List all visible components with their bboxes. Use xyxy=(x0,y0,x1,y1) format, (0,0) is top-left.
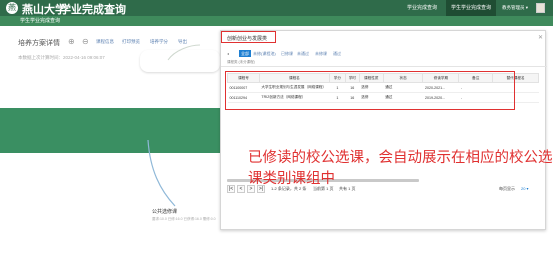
annotation-caption: 已修读的校公选课，会自动展示在相应的校公选课类别课组中 xyxy=(248,150,553,187)
divider xyxy=(221,66,547,67)
last-updated-text: 本数据上次计算时间：2022-04-16 09:06:07 xyxy=(18,55,105,60)
filter-failed[interactable]: 未通过 xyxy=(295,50,311,57)
course-group-dialog: 创新创业与发展类 ✕ ◂ 全部 未修(课程池) 已修课 未通过 未修课 通过 课… xyxy=(220,30,547,230)
tree-node-credit-summary: 要求:10.0 已修:16.0 已获得:16.0 需修:0.0 xyxy=(152,217,216,221)
page-title: 培养方案详情 xyxy=(18,40,60,47)
tree-background-band xyxy=(0,108,220,153)
export-link[interactable]: 导出 xyxy=(178,39,187,45)
tree-node-public-elective[interactable]: 公共选修课 xyxy=(152,208,177,215)
first-page-button[interactable]: |< xyxy=(227,185,235,193)
title-highlight-box xyxy=(221,31,276,43)
university-logo-icon: 燕 xyxy=(6,2,18,14)
top-bar: 燕 燕山大学 学业完成查询 学业完成查询 学生学业完成查询 教务管理员 ▾ xyxy=(0,0,553,16)
tree-node-card[interactable] xyxy=(140,50,220,72)
sub-bar: 学生学业完成查询 xyxy=(0,16,553,26)
course-info-link[interactable]: 课程信息 xyxy=(96,39,114,45)
nav-item-student-query[interactable]: 学生学业完成查询 xyxy=(446,0,497,16)
filter-studied[interactable]: 已修课 xyxy=(279,50,295,57)
filter-unstudied-pool[interactable]: 未修(课程池) xyxy=(251,50,278,57)
print-preview-link[interactable]: 打印预览 xyxy=(122,39,140,45)
filter-passed[interactable]: 通过 xyxy=(331,50,343,57)
filter-unstudied[interactable]: 未修课 xyxy=(313,50,329,57)
table-highlight-box xyxy=(225,71,515,110)
user-menu[interactable]: 教务管理员 ▾ xyxy=(502,0,528,16)
filter-all[interactable]: 全部 xyxy=(239,50,251,57)
credits-link[interactable]: 培养学分 xyxy=(150,39,168,45)
zoom-in-icon[interactable]: ⊕ xyxy=(68,37,75,46)
tab-student-query[interactable]: 学生学业完成查询 xyxy=(20,16,60,26)
zoom-out-icon[interactable]: ⊖ xyxy=(82,37,89,46)
filter-label-arrow-icon: ◂ xyxy=(227,51,230,56)
group-subnote: 课程类 (未分课程) xyxy=(227,60,255,64)
nav-item-academic-query[interactable]: 学业完成查询 xyxy=(402,0,442,16)
avatar[interactable] xyxy=(536,3,545,13)
system-title: 学业完成查询 xyxy=(60,4,126,16)
prev-page-button[interactable]: < xyxy=(237,185,245,193)
close-icon[interactable]: ✕ xyxy=(538,34,543,41)
